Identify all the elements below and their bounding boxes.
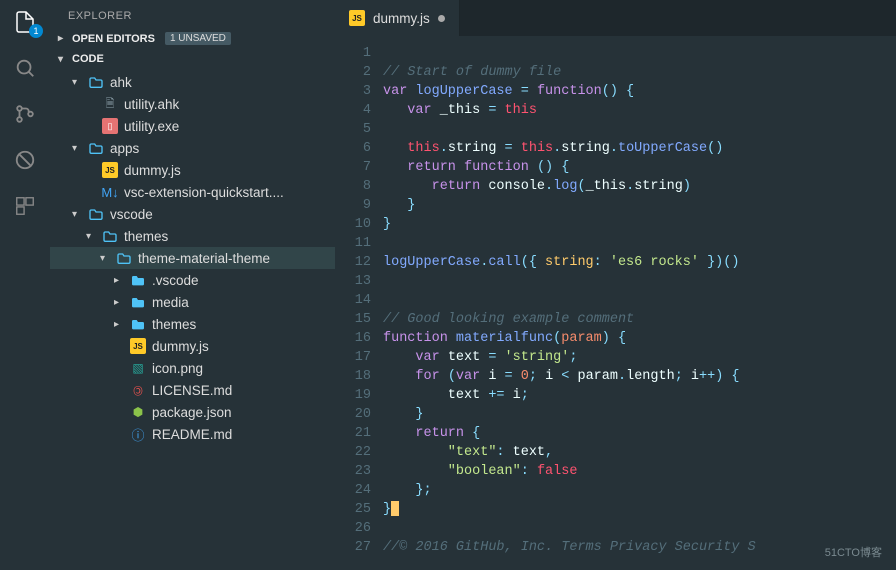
tree-item-label: themes xyxy=(152,317,196,332)
workspace-root-header[interactable]: ▾ CODE xyxy=(50,49,335,69)
markdown-icon: M↓ xyxy=(102,184,118,200)
dirty-indicator-icon xyxy=(438,15,445,22)
folder-icon xyxy=(130,272,146,288)
folder-open-icon xyxy=(88,74,104,90)
line-gutter: 1234567891011121314151617181920212223242… xyxy=(335,36,383,570)
files-badge: 1 xyxy=(29,24,43,38)
tree-item[interactable]: ⬢ package.json xyxy=(50,401,335,423)
tree-item[interactable]: M↓ vsc-extension-quickstart.... xyxy=(50,181,335,203)
open-editors-label: OPEN EDITORS xyxy=(72,33,155,45)
tree-item-label: utility.ahk xyxy=(124,97,179,112)
watermark: 51CTO博客 xyxy=(825,544,882,560)
license-icon: 🄯 xyxy=(130,382,146,398)
tree-item-label: dummy.js xyxy=(152,339,209,354)
tree-item[interactable]: ⓘ README.md xyxy=(50,423,335,445)
info-icon: ⓘ xyxy=(130,426,146,442)
unsaved-badge: 1 UNSAVED xyxy=(165,32,231,45)
files-icon[interactable]: 1 xyxy=(11,8,39,36)
tree-item-label: README.md xyxy=(152,427,232,442)
tree-item[interactable]: ▧ icon.png xyxy=(50,357,335,379)
tree-item[interactable]: ▸ .vscode xyxy=(50,269,335,291)
chevron-down-icon: ▾ xyxy=(100,253,110,264)
activity-bar: 1 xyxy=(0,0,50,570)
tab-dummy-js[interactable]: JS dummy.js xyxy=(335,0,460,36)
workspace-root-label: CODE xyxy=(72,53,104,65)
editor-area: JS dummy.js 1234567891011121314151617181… xyxy=(335,0,896,570)
folder-open-icon xyxy=(102,228,118,244)
folder-open-icon xyxy=(88,206,104,222)
search-icon[interactable] xyxy=(11,54,39,82)
tree-item-label: dummy.js xyxy=(124,163,181,178)
tree-item-label: themes xyxy=(124,229,168,244)
chevron-right-icon: ▸ xyxy=(58,33,68,44)
tree-item-label: icon.png xyxy=(152,361,203,376)
json-icon: ⬢ xyxy=(130,404,146,420)
tab-bar: JS dummy.js xyxy=(335,0,896,36)
folder-icon xyxy=(130,294,146,310)
source-control-icon[interactable] xyxy=(11,100,39,128)
chevron-right-icon: ▸ xyxy=(114,275,124,286)
chevron-right-icon: ▸ xyxy=(114,319,124,330)
js-icon: JS xyxy=(102,162,118,178)
tree-item[interactable]: JS dummy.js xyxy=(50,159,335,181)
js-icon: JS xyxy=(349,10,365,26)
open-editors-header[interactable]: ▸ OPEN EDITORS 1 UNSAVED xyxy=(50,28,335,49)
tree-item-label: vscode xyxy=(110,207,153,222)
chevron-down-icon: ▾ xyxy=(72,143,82,154)
tree-item[interactable]: ▸ media xyxy=(50,291,335,313)
text-cursor xyxy=(391,501,399,516)
image-icon: ▧ xyxy=(130,360,146,376)
tree-item-label: utility.exe xyxy=(124,119,179,134)
code-content[interactable]: // Start of dummy filevar logUpperCase =… xyxy=(383,36,756,570)
chevron-down-icon: ▾ xyxy=(72,77,82,88)
tree-item-label: ahk xyxy=(110,75,132,90)
tree-item[interactable]: 🗎 utility.ahk xyxy=(50,93,335,115)
tree-item[interactable]: ▾ vscode xyxy=(50,203,335,225)
tree-item[interactable]: ▾ ahk xyxy=(50,71,335,93)
tree-item[interactable]: JS dummy.js xyxy=(50,335,335,357)
tree-item-label: LICENSE.md xyxy=(152,383,232,398)
chevron-down-icon: ▾ xyxy=(86,231,96,242)
tree-item[interactable]: ▯ utility.exe xyxy=(50,115,335,137)
tree-item-label: apps xyxy=(110,141,139,156)
tree-item[interactable]: ▾ themes xyxy=(50,225,335,247)
tree-item[interactable]: ▸ themes xyxy=(50,313,335,335)
folder-open-icon xyxy=(116,250,132,266)
explorer-title: EXPLORER xyxy=(50,0,335,28)
tree-item-label: media xyxy=(152,295,189,310)
exe-icon: ▯ xyxy=(102,118,118,134)
js-icon: JS xyxy=(130,338,146,354)
folder-icon xyxy=(130,316,146,332)
chevron-down-icon: ▾ xyxy=(72,209,82,220)
file-tree: ▾ ahk 🗎 utility.ahk ▯ utility.exe ▾ apps JS dummy… xyxy=(50,69,335,570)
folder-open-icon xyxy=(88,140,104,156)
code-editor[interactable]: 1234567891011121314151617181920212223242… xyxy=(335,36,896,570)
tree-item-label: vsc-extension-quickstart.... xyxy=(124,185,284,200)
extensions-icon[interactable] xyxy=(11,192,39,220)
tree-item[interactable]: ▾ theme-material-theme xyxy=(50,247,335,269)
tree-item[interactable]: ▾ apps xyxy=(50,137,335,159)
debug-icon[interactable] xyxy=(11,146,39,174)
tab-label: dummy.js xyxy=(373,11,430,26)
tree-item-label: .vscode xyxy=(152,273,199,288)
tree-item[interactable]: 🄯 LICENSE.md xyxy=(50,379,335,401)
chevron-down-icon: ▾ xyxy=(58,54,68,65)
chevron-right-icon: ▸ xyxy=(114,297,124,308)
tree-item-label: package.json xyxy=(152,405,232,420)
file-icon: 🗎 xyxy=(102,96,118,112)
explorer-sidebar: EXPLORER ▸ OPEN EDITORS 1 UNSAVED ▾ CODE… xyxy=(50,0,335,570)
tree-item-label: theme-material-theme xyxy=(138,251,270,266)
